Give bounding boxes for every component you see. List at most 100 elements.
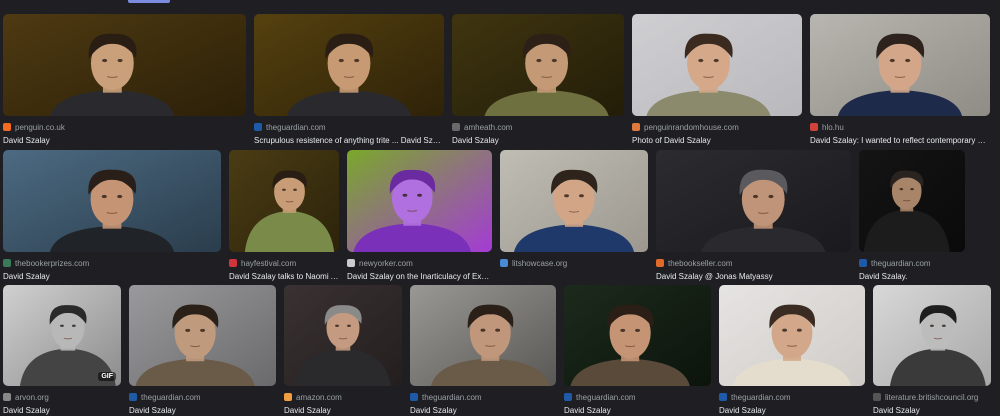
- image-thumbnail[interactable]: [500, 150, 648, 252]
- arvon-favicon: [3, 393, 11, 401]
- image-thumbnail[interactable]: [632, 14, 802, 116]
- image-row-2: thebookerprizes.com David Szalay hayfesti…: [3, 150, 965, 282]
- image-result[interactable]: GIF arvon.org David Szalay: [3, 285, 121, 416]
- guardian-favicon: [129, 393, 137, 401]
- image-thumbnail[interactable]: [410, 285, 556, 386]
- image-result[interactable]: thebookerprizes.com David Szalay: [3, 150, 221, 282]
- image-result[interactable]: amheath.com David Szalay: [452, 14, 624, 146]
- image-title[interactable]: David Szalay: [719, 405, 865, 416]
- image-title[interactable]: David Szalay: [873, 405, 991, 416]
- image-result[interactable]: penguinrandomhouse.com Photo of David Sza…: [632, 14, 802, 146]
- image-result[interactable]: theguardian.com David Szalay: [129, 285, 276, 416]
- image-thumbnail[interactable]: [3, 150, 221, 252]
- image-title[interactable]: David Szalay: [3, 135, 246, 146]
- image-source[interactable]: theguardian.com: [129, 391, 276, 403]
- amazon-favicon: [284, 393, 292, 401]
- image-thumbnail[interactable]: GIF: [3, 285, 121, 386]
- image-source[interactable]: theguardian.com: [859, 257, 965, 269]
- image-source[interactable]: amheath.com: [452, 121, 624, 133]
- image-title[interactable]: David Szalay: [129, 405, 276, 416]
- image-source[interactable]: literature.britishcouncil.org: [873, 391, 991, 403]
- image-result[interactable]: theguardian.com David Szalay.: [859, 150, 965, 282]
- image-source[interactable]: amazon.com: [284, 391, 402, 403]
- image-thumbnail[interactable]: [564, 285, 711, 386]
- image-result[interactable]: thebookseller.com David Szalay @ Jonas Ma…: [656, 150, 851, 282]
- image-source[interactable]: arvon.org: [3, 391, 121, 403]
- source-domain: theguardian.com: [266, 122, 326, 132]
- image-result[interactable]: newyorker.com David Szalay on the Inartic…: [347, 150, 492, 282]
- image-thumbnail[interactable]: [254, 14, 444, 116]
- britishcouncil-favicon: [873, 393, 881, 401]
- image-title[interactable]: David Szalay: [564, 405, 711, 416]
- image-result[interactable]: theguardian.com Scrupulous resistence of …: [254, 14, 444, 146]
- image-result[interactable]: theguardian.com David Szalay: [564, 285, 711, 416]
- image-row-1: penguin.co.uk David Szalay theguardian.co…: [3, 14, 990, 146]
- image-title[interactable]: [500, 271, 648, 282]
- image-result[interactable]: penguin.co.uk David Szalay: [3, 14, 246, 146]
- guardian-favicon: [254, 123, 262, 131]
- source-domain: hlo.hu: [822, 122, 844, 132]
- source-domain: penguinrandomhouse.com: [644, 122, 739, 132]
- image-title[interactable]: David Szalay: [452, 135, 624, 146]
- guardian-favicon: [859, 259, 867, 267]
- image-result[interactable]: litshowcase.org: [500, 150, 648, 282]
- image-title[interactable]: Scrupulous resistence of anything trite …: [254, 135, 444, 146]
- image-source[interactable]: theguardian.com: [410, 391, 556, 403]
- image-result[interactable]: theguardian.com David Szalay: [719, 285, 865, 416]
- image-thumbnail[interactable]: [859, 150, 965, 252]
- hlo-favicon: [810, 123, 818, 131]
- image-source[interactable]: newyorker.com: [347, 257, 492, 269]
- source-domain: thebookseller.com: [668, 258, 733, 268]
- image-source[interactable]: theguardian.com: [719, 391, 865, 403]
- gif-badge: GIF: [98, 372, 116, 381]
- guardian-favicon: [564, 393, 572, 401]
- image-thumbnail[interactable]: [347, 150, 492, 252]
- image-source[interactable]: hayfestival.com: [229, 257, 339, 269]
- image-thumbnail[interactable]: [129, 285, 276, 386]
- source-domain: hayfestival.com: [241, 258, 297, 268]
- image-source[interactable]: litshowcase.org: [500, 257, 648, 269]
- image-thumbnail[interactable]: [656, 150, 851, 252]
- image-source[interactable]: theguardian.com: [564, 391, 711, 403]
- source-domain: theguardian.com: [422, 392, 482, 402]
- source-domain: literature.britishcouncil.org: [885, 392, 979, 402]
- image-thumbnail[interactable]: [452, 14, 624, 116]
- source-domain: newyorker.com: [359, 258, 413, 268]
- active-tab-indicator: [128, 0, 170, 3]
- image-thumbnail[interactable]: [284, 285, 402, 386]
- image-result[interactable]: literature.britishcouncil.org David Szala…: [873, 285, 991, 416]
- source-domain: theguardian.com: [871, 258, 931, 268]
- image-result[interactable]: hlo.hu David Szalay: I wanted to reflect …: [810, 14, 990, 146]
- image-source[interactable]: thebookseller.com: [656, 257, 851, 269]
- image-source[interactable]: thebookerprizes.com: [3, 257, 221, 269]
- image-title[interactable]: David Szalay: [410, 405, 556, 416]
- source-domain: litshowcase.org: [512, 258, 568, 268]
- image-result[interactable]: amazon.com David Szalay: [284, 285, 402, 416]
- image-thumbnail[interactable]: [3, 14, 246, 116]
- source-domain: thebookerprizes.com: [15, 258, 90, 268]
- image-source[interactable]: penguinrandomhouse.com: [632, 121, 802, 133]
- image-title[interactable]: David Szalay.: [859, 271, 965, 282]
- image-title[interactable]: Photo of David Szalay: [632, 135, 802, 146]
- image-title[interactable]: David Szalay on the Inarticulacy of Expe…: [347, 271, 492, 282]
- image-result[interactable]: theguardian.com David Szalay: [410, 285, 556, 416]
- source-domain: amheath.com: [464, 122, 513, 132]
- guardian-favicon: [410, 393, 418, 401]
- image-result[interactable]: hayfestival.com David Szalay talks to Nao…: [229, 150, 339, 282]
- image-title[interactable]: David Szalay @ Jonas Matyassy: [656, 271, 851, 282]
- image-title[interactable]: David Szalay talks to Naomi Ald...: [229, 271, 339, 282]
- image-thumbnail[interactable]: [719, 285, 865, 386]
- image-source[interactable]: theguardian.com: [254, 121, 444, 133]
- image-title[interactable]: David Szalay: I wanted to reflect contem…: [810, 135, 990, 146]
- image-title[interactable]: David Szalay: [3, 405, 121, 416]
- image-title[interactable]: David Szalay: [284, 405, 402, 416]
- image-source[interactable]: penguin.co.uk: [3, 121, 246, 133]
- bookseller-favicon: [656, 259, 664, 267]
- image-title[interactable]: David Szalay: [3, 271, 221, 282]
- image-thumbnail[interactable]: [873, 285, 991, 386]
- newyorker-favicon: [347, 259, 355, 267]
- image-thumbnail[interactable]: [229, 150, 339, 252]
- image-thumbnail[interactable]: [810, 14, 990, 116]
- image-source[interactable]: hlo.hu: [810, 121, 990, 133]
- source-domain: theguardian.com: [141, 392, 201, 402]
